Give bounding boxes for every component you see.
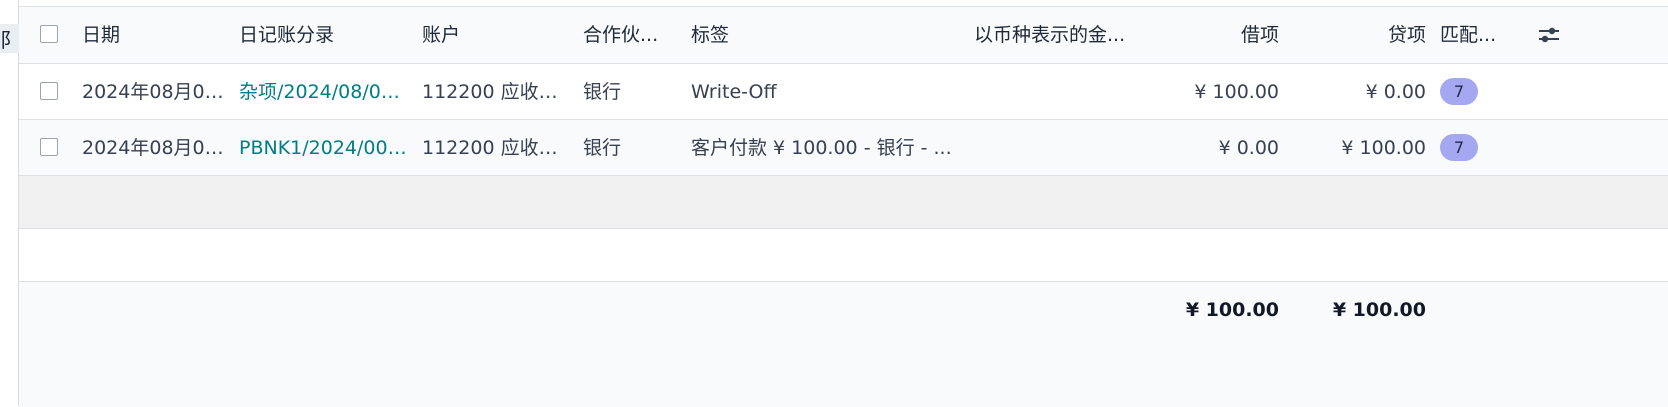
column-header-date[interactable]: 日期 <box>82 7 222 64</box>
row-date: 2024年08月06... <box>82 137 224 159</box>
select-all-checkbox[interactable] <box>40 25 58 43</box>
row-journal-entry-link[interactable]: PBNK1/2024/000... <box>239 120 411 176</box>
table-header-row: 日期 日记账分录 账户 合作伙... 标签 以币种表示的金... 借项 贷项 匹… <box>19 7 1668 64</box>
row-debit: ¥ 100.00 <box>1194 81 1279 103</box>
row-date: 2024年08月06... <box>82 81 224 103</box>
table-footer-totals: ¥ 100.00 ¥ 100.00 <box>19 282 1668 407</box>
row-label: Write-Off <box>691 81 777 103</box>
total-credit: ¥ 100.00 <box>1332 299 1426 321</box>
row-matching-cell: 7 <box>1440 120 1520 161</box>
row-credit: ¥ 0.00 <box>1365 81 1426 103</box>
matching-badge[interactable]: 7 <box>1440 78 1478 105</box>
total-debit: ¥ 100.00 <box>1185 299 1279 321</box>
matching-badge[interactable]: 7 <box>1440 134 1478 161</box>
row-credit: ¥ 100.00 <box>1341 137 1426 159</box>
table-row[interactable]: 2024年08月06... PBNK1/2024/000... 112200 应… <box>19 120 1668 176</box>
table-row[interactable]: 2024年08月06... 杂项/2024/08/0003 112200 应收账… <box>19 64 1668 120</box>
row-partner: 银行 <box>583 81 622 103</box>
column-header-label[interactable]: 标签 <box>691 7 961 64</box>
left-panel-edge: 阝 <box>0 0 22 406</box>
row-matching-cell: 7 <box>1440 64 1520 105</box>
row-label: 客户付款 ¥ 100.00 - 银行 - ... <box>691 137 952 159</box>
row-journal-entry-link[interactable]: 杂项/2024/08/0003 <box>239 64 411 120</box>
journal-items-table: 日期 日记账分录 账户 合作伙... 标签 以币种表示的金... 借项 贷项 匹… <box>19 6 1668 407</box>
column-header-journal-entry[interactable]: 日记账分录 <box>239 7 409 64</box>
sliders-icon[interactable] <box>1537 23 1561 47</box>
column-header-amount-currency[interactable]: 以币种表示的金... <box>974 7 1159 64</box>
column-header-matching[interactable]: 匹配... <box>1440 7 1520 64</box>
row-debit: ¥ 0.00 <box>1218 137 1279 159</box>
row-account: 112200 应收账... <box>422 137 572 159</box>
empty-row <box>19 229 1668 282</box>
row-checkbox[interactable] <box>40 82 58 100</box>
row-account: 112200 应收账... <box>422 81 572 103</box>
column-header-credit[interactable]: 贷项 <box>1309 7 1426 64</box>
column-header-debit[interactable]: 借项 <box>1169 7 1279 64</box>
column-header-account[interactable]: 账户 <box>422 7 567 64</box>
column-header-partner[interactable]: 合作伙... <box>583 7 678 64</box>
row-checkbox[interactable] <box>40 138 58 156</box>
empty-row <box>19 176 1668 229</box>
row-partner: 银行 <box>583 137 622 159</box>
